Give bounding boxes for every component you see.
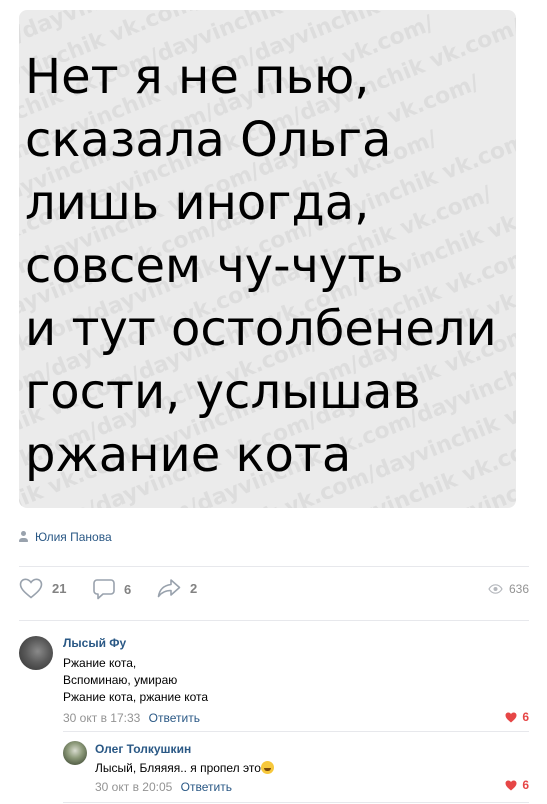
- views-counter: 636: [488, 582, 529, 596]
- post-image[interactable]: dayvinchik vk.com/dayvinchik vk.com/dayv…: [19, 10, 516, 508]
- comment-meta: 30 окт в 20:05 Ответить: [95, 780, 274, 794]
- share-count: 2: [190, 580, 198, 596]
- post-actions: 21 6 2 636: [19, 578, 529, 604]
- image-text-line: совсем чу-чуть: [25, 238, 404, 294]
- comment-icon: [93, 579, 115, 600]
- heart-outline-icon: [19, 578, 43, 599]
- share-icon: [157, 579, 181, 598]
- post-author[interactable]: Юлия Панова: [19, 530, 112, 544]
- reply-button[interactable]: Ответить: [181, 780, 232, 794]
- comment-text-line: Лысый, Бляяяя.. я пропел это: [95, 761, 261, 775]
- comment-text: Ржание кота, Вспоминаю, умираю Ржание ко…: [63, 655, 208, 706]
- comment-date[interactable]: 30 окт в 20:05: [95, 780, 172, 794]
- comment-author[interactable]: Лысый Фу: [63, 636, 208, 650]
- comment-count: 6: [124, 581, 132, 597]
- avatar[interactable]: [19, 636, 53, 670]
- comment-like-button[interactable]: 6: [505, 710, 529, 724]
- divider: [19, 620, 529, 621]
- comment-text-line: Ржание кота,: [63, 656, 137, 670]
- eye-icon: [488, 584, 503, 594]
- comment-like-count: 6: [522, 710, 529, 724]
- share-button[interactable]: 2: [157, 578, 197, 598]
- grinning-squinting-face-icon: [260, 761, 274, 774]
- comment-button[interactable]: 6: [93, 578, 131, 600]
- image-text: Нет я не пью, сказала Ольга лишь иногда,…: [25, 46, 515, 487]
- image-text-line: гости, услышав: [25, 364, 421, 420]
- comment-like-count: 6: [522, 778, 529, 792]
- comment-text-line: Ржание кота, ржание кота: [63, 690, 209, 704]
- comment-text-line: Вспоминаю, умираю: [63, 673, 178, 687]
- like-count: 21: [52, 581, 67, 596]
- divider: [19, 566, 529, 567]
- divider: [63, 731, 529, 732]
- heart-icon: [505, 712, 517, 722]
- author-name[interactable]: Юлия Панова: [35, 530, 112, 544]
- comment-text: Лысый, Бляяяя.. я пропел это: [95, 760, 274, 777]
- comment: Лысый Фу Ржание кота, Вспоминаю, умираю …: [19, 634, 529, 730]
- comment-author[interactable]: Олег Толкушкин: [95, 742, 274, 756]
- image-text-line: лишь иногда,: [25, 175, 370, 231]
- heart-icon: [505, 780, 517, 790]
- views-count: 636: [508, 582, 529, 596]
- comment-meta: 30 окт в 17:33 Ответить: [63, 711, 208, 725]
- like-button[interactable]: 21: [19, 578, 66, 599]
- comment-like-button[interactable]: 6: [505, 778, 529, 792]
- image-text-line: и тут остолбенели: [25, 301, 497, 357]
- image-text-line: Нет я не пью,: [25, 49, 370, 105]
- reply-button[interactable]: Ответить: [149, 711, 200, 725]
- comment-date[interactable]: 30 окт в 17:33: [63, 711, 140, 725]
- image-text-line: сказала Ольга: [25, 112, 392, 168]
- avatar[interactable]: [63, 741, 87, 765]
- person-icon: [19, 531, 28, 543]
- image-text-line: ржание кота: [25, 427, 352, 483]
- divider: [63, 802, 529, 803]
- comment-reply: Олег Толкушкин Лысый, Бляяяя.. я пропел …: [63, 739, 529, 797]
